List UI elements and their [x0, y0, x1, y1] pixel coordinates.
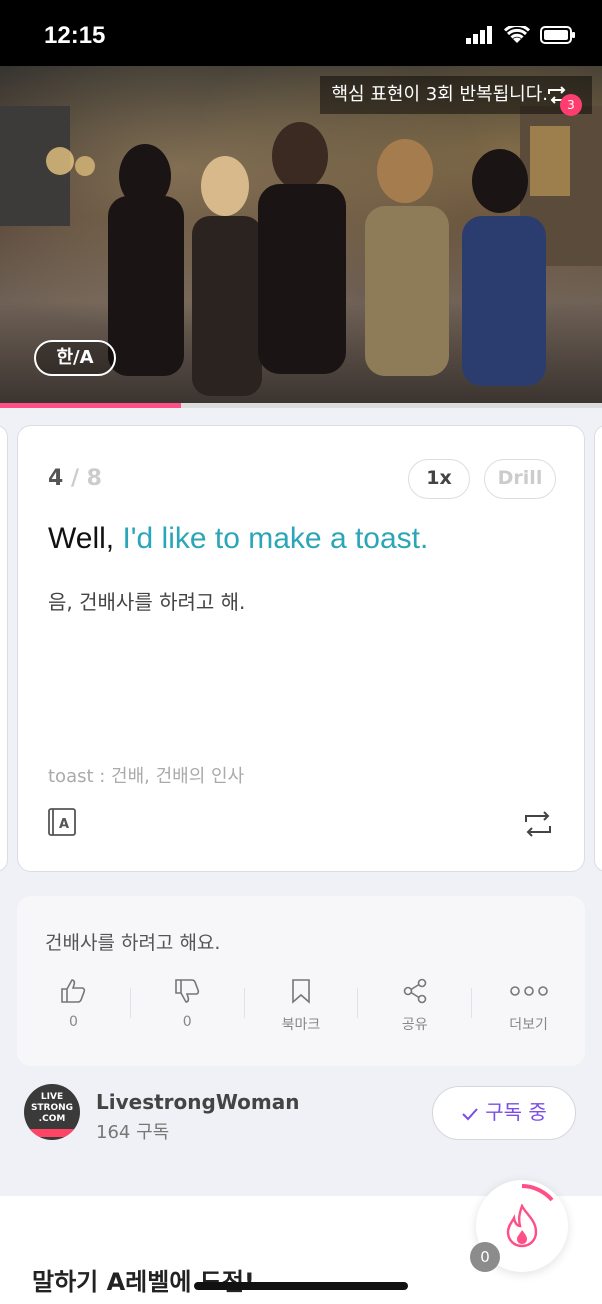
challenge-title: 말하기 A레벨에 도전!	[32, 1268, 255, 1296]
english-sentence[interactable]: Well, I'd like to make a toast.	[48, 522, 428, 556]
channel-row: LIVE STRONG .COM LivestrongWoman 164 구독 …	[24, 1084, 584, 1144]
streak-count-badge: 0	[470, 1242, 500, 1272]
subscribe-button[interactable]: 구독 중	[432, 1086, 576, 1140]
wifi-icon	[504, 26, 530, 43]
drill-button[interactable]: Drill	[484, 459, 556, 499]
dislike-count: 0	[182, 1014, 192, 1030]
video-player[interactable]: 핵심 표현이 3회 반복됩니다. 3 한/A	[0, 66, 602, 403]
share-icon	[403, 978, 427, 1004]
sentence-index: 4	[48, 466, 64, 491]
signal-icon	[466, 26, 492, 44]
repeat-banner-text: 핵심 표현이 3회 반복됩니다.	[331, 84, 549, 105]
battery-icon	[540, 26, 575, 44]
check-icon	[462, 1107, 478, 1120]
dislike-button[interactable]: 0	[131, 978, 244, 1038]
sentence-plain: Well,	[48, 522, 123, 555]
next-card-peek[interactable]	[594, 425, 602, 872]
thumbs-up-icon	[61, 979, 86, 1003]
sentence-card: 4 / 8 1x Drill Well, I'd like to make a …	[17, 425, 585, 872]
share-label: 공유	[401, 1017, 428, 1033]
repeat-banner: 핵심 표현이 3회 반복됩니다. 3	[319, 76, 592, 116]
sentence-counter: 4 / 8	[48, 466, 102, 491]
sentence-total: 8	[86, 466, 102, 491]
status-bar: 12:15	[0, 0, 602, 66]
korean-translation: 음, 건배사를 하려고 해.	[48, 590, 246, 614]
svg-text:A: A	[59, 817, 69, 832]
subscribe-label: 구독 중	[485, 1100, 547, 1124]
share-button[interactable]: 공유	[358, 978, 471, 1038]
reaction-bar: 0 0 북마크 공유 더보기	[17, 978, 585, 1038]
bookmark-icon	[292, 979, 310, 1004]
video-progress-fill	[0, 403, 181, 408]
vocabulary-note: toast : 건배, 건배의 인사	[48, 766, 245, 787]
home-indicator[interactable]	[194, 1282, 408, 1290]
language-toggle-button[interactable]: 한/A	[34, 340, 116, 376]
sentence-key-expression: I'd like to make a toast.	[122, 522, 429, 555]
more-button[interactable]: 더보기	[472, 978, 585, 1038]
comment-text: 건배사를 하려고 해요.	[45, 932, 221, 954]
repeat-count-badge: 3	[560, 94, 582, 116]
dictionary-icon[interactable]: A	[48, 808, 76, 836]
channel-name[interactable]: LivestrongWoman	[96, 1090, 300, 1114]
more-label: 더보기	[509, 1017, 548, 1033]
bookmark-label: 북마크	[281, 1017, 321, 1033]
loop-icon[interactable]	[522, 810, 554, 838]
like-count: 0	[68, 1014, 78, 1030]
more-dots-icon	[509, 986, 548, 996]
avatar-text-3: .COM	[38, 1114, 66, 1124]
flame-icon	[506, 1204, 538, 1248]
video-progress-bar[interactable]	[0, 403, 602, 408]
thumbs-down-icon	[175, 979, 200, 1003]
status-icons	[466, 26, 576, 44]
status-time: 12:15	[44, 22, 106, 49]
previous-card-peek[interactable]	[0, 425, 8, 872]
avatar-text-1: LIVE	[40, 1092, 64, 1102]
comment-box: 건배사를 하려고 해요. 0 0 북마크 공유 더보기	[17, 896, 585, 1066]
avatar-stripe	[24, 1129, 80, 1137]
channel-subscriber-count: 164 구독	[96, 1122, 170, 1143]
bookmark-button[interactable]: 북마크	[245, 978, 358, 1038]
avatar-text-2: STRONG	[30, 1103, 74, 1113]
like-button[interactable]: 0	[17, 978, 130, 1038]
channel-avatar[interactable]: LIVE STRONG .COM	[24, 1084, 80, 1140]
playback-speed-button[interactable]: 1x	[408, 459, 470, 499]
